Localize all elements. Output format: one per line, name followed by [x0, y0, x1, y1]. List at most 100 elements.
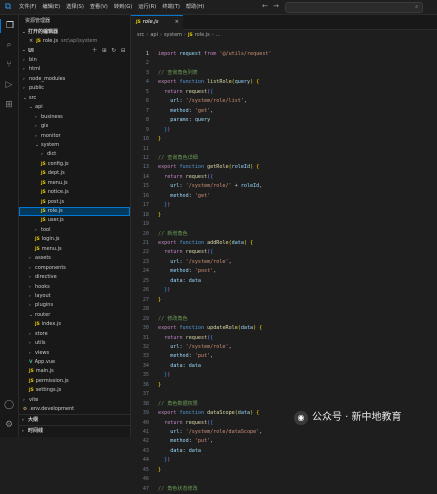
tree-file[interactable]: JS user.js — [19, 216, 130, 225]
explorer-actions[interactable]: ＋ ⊞ ↻ ⊟ — [92, 46, 127, 56]
tree-folder[interactable]: › store — [19, 330, 130, 339]
code-line: 19 — [131, 220, 437, 229]
tree-file[interactable]: JS dept.js — [19, 169, 130, 178]
project-root-header[interactable]: ⌄ UI ＋ ⊞ ↻ ⊟ — [19, 46, 130, 56]
code-token: '@/utils/request' — [219, 51, 272, 57]
close-icon[interactable]: × — [29, 38, 33, 44]
code-token: request — [185, 334, 208, 341]
tree-file[interactable]: JS notice.js — [19, 188, 130, 197]
forward-arrow-icon[interactable]: → — [273, 2, 279, 10]
code-token: } — [158, 296, 162, 303]
code-token: data — [170, 447, 183, 454]
tree-folder[interactable]: › hooks — [19, 283, 130, 292]
close-icon[interactable]: × — [175, 16, 179, 29]
tree-folder[interactable]: › utils — [19, 339, 130, 348]
outline-section[interactable]: › 大纲 — [19, 414, 130, 425]
tree-item-label: menu.js — [47, 179, 68, 186]
tree-file[interactable]: JS main.js — [19, 367, 130, 376]
tree-file[interactable]: JS role.js — [19, 207, 130, 217]
code-text: }) — [158, 456, 170, 465]
tree-folder[interactable]: ⌄ router — [19, 311, 130, 320]
menu-item[interactable]: 帮助(H) — [183, 0, 207, 14]
code-text: export function addRole(data) { — [158, 239, 253, 248]
tree-folder[interactable]: › business — [19, 113, 130, 122]
tree-folder[interactable]: ⌄ system — [19, 141, 130, 150]
menu-item[interactable]: 查看(V) — [87, 0, 111, 14]
run-debug-icon[interactable]: ▷ — [0, 78, 18, 92]
menu-bar: 文件(F) 编辑(E) 选择(S) 查看(V) 转到(G) 运行(R) 终端(T) 帮助(H) — [16, 0, 207, 14]
tree-item-label: settings.js — [35, 387, 62, 394]
tree-folder[interactable]: › assets — [19, 254, 130, 263]
tree-folder[interactable]: › layout — [19, 292, 130, 301]
code-line: 27} — [131, 296, 437, 305]
tree-file[interactable]: JS index.js — [19, 320, 130, 329]
tree-folder[interactable]: › directive — [19, 273, 130, 282]
search-icon[interactable]: ⌕ — [0, 38, 18, 52]
tree-folder[interactable]: ⌄ api — [19, 103, 130, 112]
code-line: 33 method: 'put', — [131, 352, 437, 361]
tree-item-label: monitor — [41, 132, 61, 139]
tab-role-js[interactable]: JS role.js × — [131, 15, 183, 30]
tree-file[interactable]: JS menu.js — [19, 245, 130, 254]
tree-file[interactable]: JS login.js — [19, 235, 130, 244]
tree-folder[interactable]: › bin — [19, 56, 130, 65]
tree-folder[interactable]: › gis — [19, 122, 130, 131]
line-number: 6 — [145, 98, 149, 105]
breadcrumb-item[interactable]: api — [150, 32, 158, 38]
outline-label: 大纲 — [28, 417, 39, 423]
tree-folder[interactable]: › views — [19, 349, 130, 358]
line-number: 14 — [142, 173, 149, 180]
explorer-icon[interactable]: ❐ — [0, 19, 19, 33]
open-editors-header[interactable]: ⌄ 打开的编辑器 — [19, 27, 130, 37]
menu-item[interactable]: 转到(G) — [111, 0, 135, 14]
manage-gear-icon[interactable]: ⚙ — [0, 418, 18, 432]
code-token: return — [164, 88, 183, 95]
tree-folder[interactable]: › tool — [19, 226, 130, 235]
tree-folder[interactable]: › plugins — [19, 301, 130, 310]
code-editor[interactable]: 1 import request from '@/utils/request' 2 3… — [131, 50, 437, 492]
tree-file[interactable]: JS menu.js — [19, 179, 130, 188]
menu-item[interactable]: 文件(F) — [16, 0, 39, 14]
code-token: export — [158, 164, 177, 171]
open-editor-item[interactable]: × JS role.js src\api\system — [19, 37, 130, 46]
breadcrumb-item[interactable]: ... — [216, 32, 221, 38]
line-number: 40 — [142, 419, 149, 426]
tree-file[interactable]: JS post.js — [19, 198, 130, 207]
menu-item[interactable]: 编辑(E) — [39, 0, 63, 14]
tree-folder[interactable]: › monitor — [19, 132, 130, 141]
code-text: url: '/system/role/' + roleId, — [158, 182, 262, 191]
breadcrumb-item[interactable]: src — [137, 32, 144, 38]
breadcrumb-item[interactable]: system — [164, 32, 182, 38]
menu-item[interactable]: 选择(S) — [63, 0, 87, 14]
tree-folder[interactable]: › vite — [19, 396, 130, 405]
tree-folder[interactable]: › node_modules — [19, 75, 130, 84]
code-token: 'put' — [194, 353, 211, 360]
tree-folder[interactable]: › components — [19, 264, 130, 273]
account-icon[interactable]: ◯ — [0, 398, 18, 412]
code-text: // 查询角色详细 — [158, 154, 198, 163]
code-token: // 角色数据权限 — [158, 400, 198, 407]
tree-file[interactable]: JS settings.js — [19, 386, 130, 395]
breadcrumb-item[interactable]: role.js — [195, 32, 210, 38]
menu-item[interactable]: 终端(T) — [159, 0, 183, 14]
tree-file[interactable]: JS config.js — [19, 160, 130, 169]
source-control-icon[interactable]: ⑂ — [0, 58, 18, 72]
menu-item[interactable]: 运行(R) — [135, 0, 159, 14]
code-token: data — [231, 240, 244, 246]
tree-file[interactable]: JS permission.js — [19, 377, 130, 386]
extensions-icon[interactable]: ⊞ — [0, 98, 18, 112]
js-file-icon: JS — [29, 388, 34, 394]
code-text: } — [158, 466, 161, 475]
tree-folder[interactable]: › dict — [19, 150, 130, 159]
tree-file[interactable]: V App.vue — [19, 358, 130, 367]
back-arrow-icon[interactable]: ← — [262, 2, 268, 10]
tree-folder[interactable]: ⌄ src — [19, 94, 130, 103]
code-text: export function dataScope(data) { — [158, 409, 259, 418]
tree-folder[interactable]: › public — [19, 84, 130, 93]
code-line: 12 // 查询角色详细 — [131, 154, 437, 163]
timeline-section[interactable]: › 时间线 — [19, 425, 130, 436]
tree-folder[interactable]: › html — [19, 65, 130, 74]
command-center-search[interactable]: ⌕ — [285, 2, 423, 13]
